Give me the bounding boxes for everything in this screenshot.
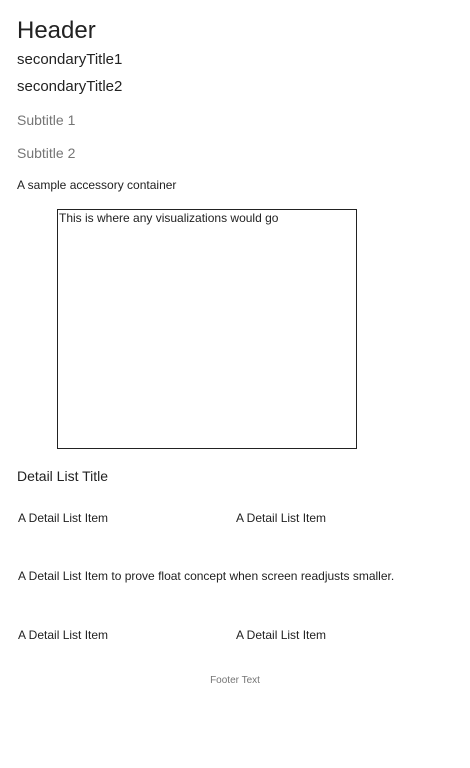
accessory-container-caption: A sample accessory container [17,178,177,192]
detail-list-item: A Detail List Item [18,628,109,642]
secondary-title-1: secondaryTitle1 [17,51,123,68]
detail-list-item: A Detail List Item [236,511,327,525]
visualization-placeholder-text: This is where any visualizations would g… [59,211,279,225]
detail-list-item: A Detail List Item [18,511,109,525]
visualization-container: This is where any visualizations would g… [57,209,357,449]
page-header: Header [17,17,96,44]
secondary-title-2: secondaryTitle2 [17,78,123,95]
subtitle-2: Subtitle 2 [17,145,76,161]
page-footer: Footer Text [210,675,260,686]
detail-list-item-wide: A Detail List Item to prove float concep… [18,569,395,583]
subtitle-1: Subtitle 1 [17,112,76,128]
detail-list-item: A Detail List Item [236,628,327,642]
detail-list-title: Detail List Title [17,468,109,484]
